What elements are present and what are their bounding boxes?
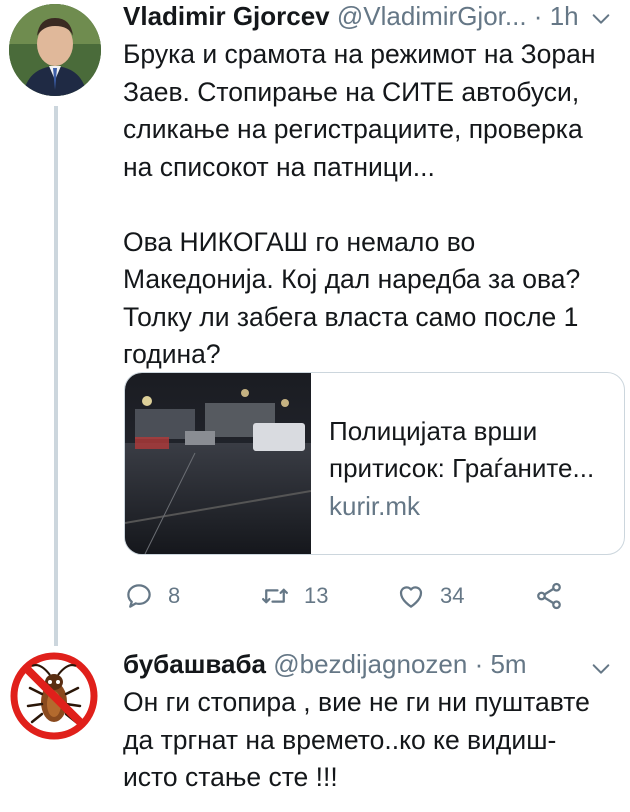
timestamp[interactable]: 5m xyxy=(490,649,526,679)
retweet-button[interactable]: 13 xyxy=(260,576,328,616)
tweet-text: Он ги стопира , вие не ги ни пуштавте да… xyxy=(123,687,598,792)
author-handle[interactable]: @bezdijagnozen xyxy=(273,649,467,679)
link-card-domain[interactable]: kurir.mk xyxy=(329,489,420,523)
tweet-header: бубашваба @bezdijagnozen · 5m xyxy=(123,648,527,680)
tweet[interactable]: Vladimir Gjorcev @VladimirGjor... · 1h Б… xyxy=(0,0,630,646)
link-card[interactable]: Полицијата врши притисок: Граѓаните... k… xyxy=(124,372,625,555)
tweet-header: Vladimir Gjorcev @VladimirGjor... · 1h xyxy=(123,0,579,32)
avatar[interactable] xyxy=(9,4,101,96)
share-icon xyxy=(537,582,561,610)
separator-dot: · xyxy=(474,649,484,679)
like-button[interactable]: 34 xyxy=(396,576,464,616)
link-card-image xyxy=(125,373,311,554)
avatar[interactable] xyxy=(10,652,98,740)
chevron-down-icon[interactable] xyxy=(590,8,612,30)
link-card-title[interactable]: Полицијата врши притисок: Граѓаните... xyxy=(329,413,614,487)
retweet-icon xyxy=(262,588,288,604)
author-name[interactable]: Vladimir Gjorcev xyxy=(123,1,330,31)
author-handle[interactable]: @VladimirGjor... xyxy=(337,1,527,31)
like-icon xyxy=(399,586,423,608)
like-count: 34 xyxy=(440,583,465,608)
share-button[interactable] xyxy=(534,576,578,616)
retweet-count: 13 xyxy=(304,583,329,608)
reply-button[interactable]: 8 xyxy=(124,576,180,616)
timestamp[interactable]: 1h xyxy=(550,1,579,31)
reply-icon xyxy=(127,584,151,608)
no-cockroach-icon xyxy=(10,652,98,740)
reply-count: 8 xyxy=(168,583,181,608)
tweet-actions: 8 13 34 xyxy=(124,576,604,616)
chevron-down-icon[interactable] xyxy=(590,658,612,680)
author-name[interactable]: бубашваба xyxy=(123,649,266,679)
tweet-text: Брука и срамота на режимот на Зоран Заев… xyxy=(123,39,596,369)
thread-line xyxy=(54,106,58,646)
separator-dot: · xyxy=(533,1,543,31)
